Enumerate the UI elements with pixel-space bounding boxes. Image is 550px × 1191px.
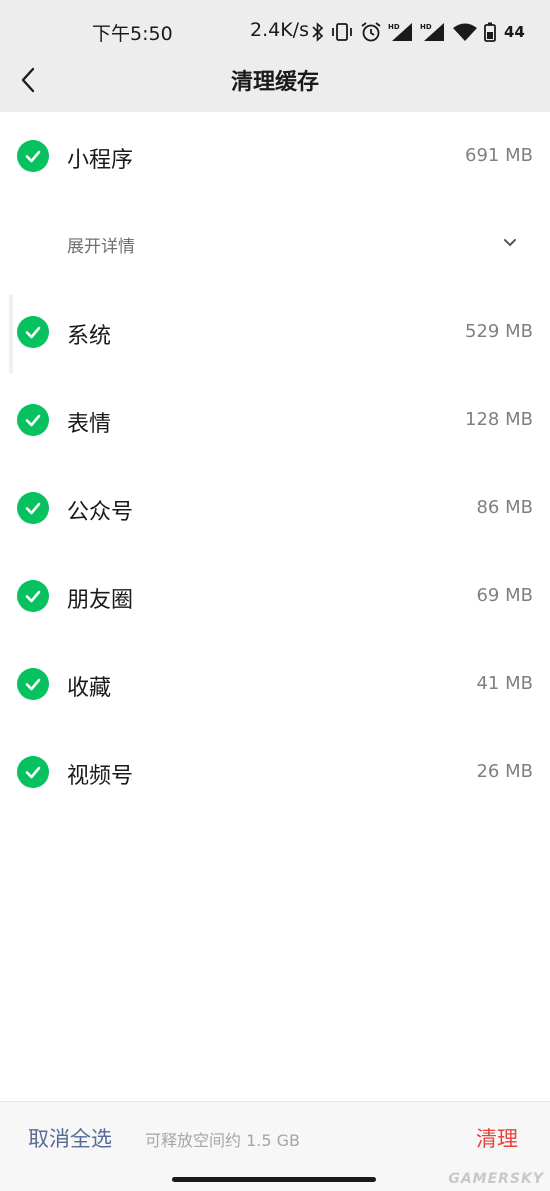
clean-button[interactable]: 清理	[476, 1123, 518, 1153]
checkmark-icon[interactable]	[17, 756, 49, 788]
cache-item-label: 视频号	[67, 764, 134, 789]
status-bar: 下午5:50 2.4K/s HD HD 44	[0, 0, 550, 60]
scroll-indicator	[9, 294, 13, 374]
cache-item-label: 系统	[67, 324, 112, 349]
svg-text:HD: HD	[388, 23, 400, 31]
cache-item-channels[interactable]: 视频号 26 MB	[0, 728, 550, 816]
cache-item-label: 表情	[67, 412, 112, 437]
checkmark-icon[interactable]	[17, 140, 49, 172]
svg-text:HD: HD	[420, 23, 432, 31]
vibrate-icon	[330, 22, 354, 42]
battery-level: 44	[504, 23, 525, 41]
cache-item-favorites[interactable]: 收藏 41 MB	[0, 640, 550, 728]
checkmark-icon[interactable]	[17, 580, 49, 612]
status-icons: HD HD 44	[312, 20, 525, 44]
page-title: 清理缓存	[230, 70, 319, 95]
checkmark-icon[interactable]	[17, 404, 49, 436]
free-space-text: 可释放空间约 1.5 GB	[145, 1131, 300, 1150]
cache-item-label: 朋友圈	[67, 588, 134, 613]
hd-signal-icon-2: HD	[420, 21, 446, 43]
cache-item-size: 69 MB	[476, 585, 533, 606]
checkmark-icon[interactable]	[17, 316, 49, 348]
cache-item-label: 公众号	[67, 500, 134, 525]
checkmark-icon[interactable]	[17, 492, 49, 524]
bottom-action-bar: 取消全选 可释放空间约 1.5 GB 清理	[0, 1101, 550, 1170]
cache-item-moments[interactable]: 朋友圈 69 MB	[0, 552, 550, 640]
checkmark-icon[interactable]	[17, 668, 49, 700]
wifi-icon	[452, 22, 478, 42]
home-bar: GAMERSKY	[0, 1169, 550, 1191]
cache-item-size: 86 MB	[476, 497, 533, 518]
cache-item-mini-programs[interactable]: 小程序 691 MB	[0, 112, 550, 200]
cache-item-official-accounts[interactable]: 公众号 86 MB	[0, 464, 550, 552]
bluetooth-icon	[312, 22, 324, 42]
home-indicator[interactable]	[172, 1177, 376, 1182]
cache-item-size: 26 MB	[476, 761, 533, 782]
deselect-all-button[interactable]: 取消全选	[28, 1123, 112, 1153]
status-time: 下午5:50	[92, 23, 173, 45]
cache-item-stickers[interactable]: 表情 128 MB	[0, 376, 550, 464]
hd-signal-icon: HD	[388, 21, 414, 43]
cache-item-size: 128 MB	[465, 409, 533, 430]
chevron-left-icon	[21, 67, 35, 93]
expand-details-label: 展开详情	[67, 237, 135, 257]
cache-item-size: 41 MB	[476, 673, 533, 694]
top-bar: 下午5:50 2.4K/s HD HD 44 清理缓存	[0, 0, 550, 112]
cache-item-size: 691 MB	[465, 145, 533, 166]
network-speed: 2.4K/s	[250, 19, 309, 41]
chevron-down-icon	[502, 234, 518, 253]
nav-bar: 清理缓存	[0, 56, 550, 104]
cache-item-label: 小程序	[67, 148, 134, 173]
cache-item-system[interactable]: 系统 529 MB	[0, 288, 550, 376]
cache-item-size: 529 MB	[465, 321, 533, 342]
alarm-icon	[360, 21, 382, 43]
expand-details-row[interactable]: 展开详情	[0, 200, 550, 288]
back-button[interactable]	[10, 62, 46, 98]
battery-icon	[484, 22, 496, 42]
watermark: GAMERSKY	[448, 1171, 544, 1187]
cache-item-label: 收藏	[67, 676, 112, 701]
